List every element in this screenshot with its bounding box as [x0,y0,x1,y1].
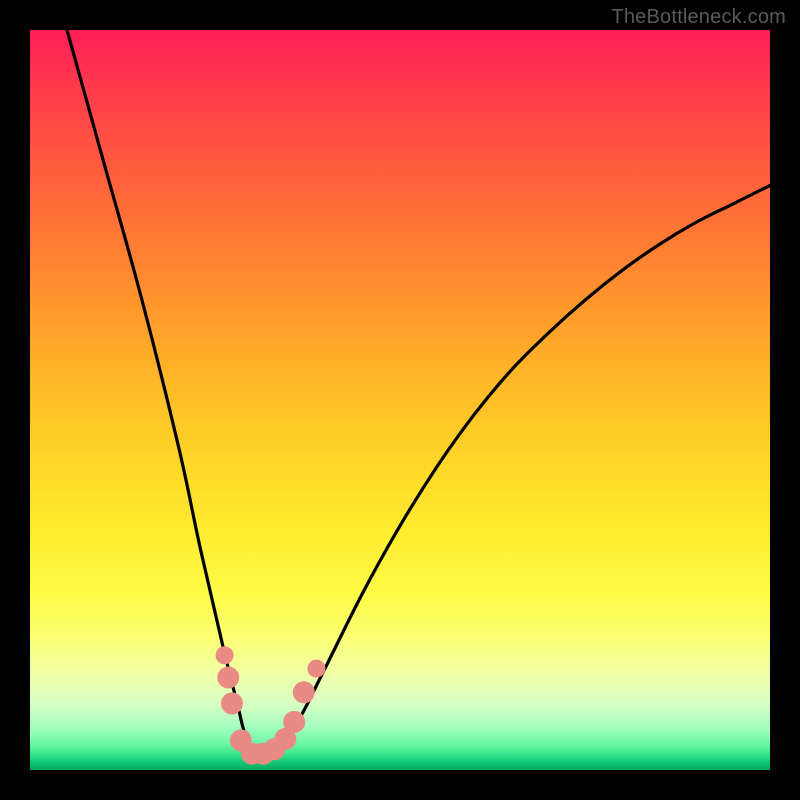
trough-marker [217,667,239,689]
trough-marker [293,681,315,703]
curve-layer [30,30,770,770]
trough-marker [216,646,234,664]
trough-marker [221,692,243,714]
trough-marker [283,711,305,733]
plot-area [30,30,770,770]
bottleneck-curve [67,30,770,756]
bottleneck-curve-path [67,30,770,756]
trough-marker [307,660,325,678]
chart-frame: TheBottleneck.com [0,0,800,800]
trough-marker-group [216,646,326,764]
watermark-text: TheBottleneck.com [611,6,786,29]
